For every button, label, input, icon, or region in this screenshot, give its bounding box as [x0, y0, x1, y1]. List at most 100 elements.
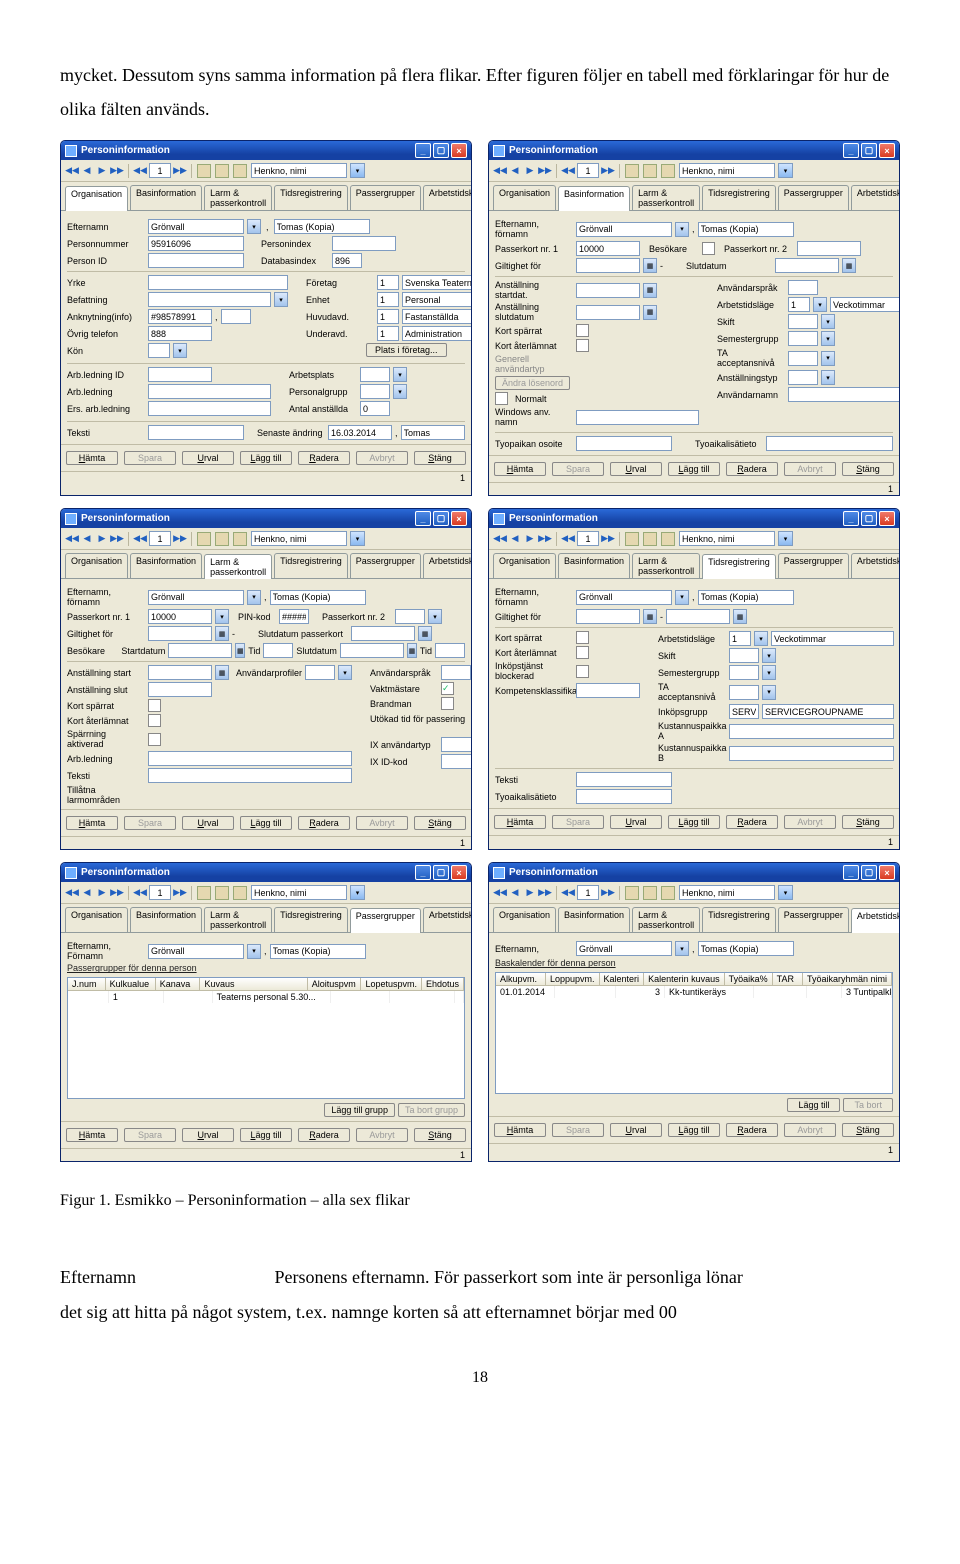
col-tar[interactable]: TAR — [773, 973, 803, 985]
dropdown-icon[interactable]: ▾ — [762, 685, 776, 700]
input-pass1[interactable] — [148, 609, 212, 624]
search-input[interactable] — [251, 163, 347, 178]
input-komp[interactable] — [576, 683, 640, 698]
table-row[interactable]: 01.01.2014 3 Kk-tuntikeräys 3 Tuntipalkk… — [496, 986, 892, 998]
search-input[interactable] — [679, 163, 775, 178]
maximize-button[interactable]: ▢ — [433, 865, 449, 880]
col-kanava[interactable]: Kanava — [156, 978, 201, 990]
input-ta[interactable] — [788, 351, 818, 366]
input-pin[interactable] — [279, 609, 309, 624]
nav-fast-prev-icon[interactable]: ◀◀ — [134, 533, 146, 545]
checkbox-normalt[interactable] — [495, 392, 508, 405]
input-efternamn[interactable] — [576, 590, 672, 605]
avbryt-button[interactable]: Avbryt — [784, 1123, 836, 1137]
input-arblage-n[interactable] — [771, 631, 894, 646]
tab-larm[interactable]: Larm & passerkontroll — [632, 185, 700, 210]
tool-icon-3[interactable] — [233, 886, 247, 900]
tab-basinformation[interactable]: Basinformation — [558, 907, 630, 932]
dropdown-icon[interactable]: ▾ — [247, 944, 261, 959]
col-kalkuv[interactable]: Kalenterin kuvaus — [644, 973, 725, 985]
nav-fast-next-icon[interactable]: ▶▶ — [174, 533, 186, 545]
tab-basinformation[interactable]: Basinformation — [558, 553, 630, 578]
nav-last-icon[interactable]: ▶▶ — [539, 887, 551, 899]
tab-arbetstid[interactable]: Arbetstidskalender — [423, 553, 472, 578]
page-number-input[interactable] — [149, 885, 171, 900]
lagg-grupp-button[interactable]: Lägg till grupp — [324, 1103, 395, 1117]
col-lopet[interactable]: Lopetuspvm. — [361, 978, 422, 990]
input-anstart[interactable] — [148, 665, 212, 680]
nav-next-icon[interactable]: ▶ — [524, 887, 536, 899]
nav-last-icon[interactable]: ▶▶ — [539, 165, 551, 177]
search-input[interactable] — [679, 885, 775, 900]
checkbox-kater[interactable] — [576, 339, 589, 352]
minimize-button[interactable]: _ — [843, 511, 859, 526]
input-skift[interactable] — [729, 648, 759, 663]
input-efternamn[interactable] — [148, 219, 244, 234]
lagg-button[interactable]: Lägg till — [240, 1128, 292, 1142]
search-dropdown-icon[interactable]: ▾ — [778, 531, 793, 546]
minimize-button[interactable]: _ — [843, 865, 859, 880]
radera-button[interactable]: Radera — [726, 1123, 778, 1137]
nav-fast-next-icon[interactable]: ▶▶ — [602, 165, 614, 177]
avbryt-button[interactable]: Avbryt — [784, 462, 836, 476]
input-slut[interactable] — [775, 258, 839, 273]
checkbox-kater[interactable] — [148, 714, 161, 727]
input-ersarb[interactable] — [148, 401, 271, 416]
date-icon[interactable]: ▦ — [643, 609, 657, 624]
date-icon[interactable]: ▦ — [643, 283, 657, 298]
input-databasindex[interactable] — [332, 253, 362, 268]
nav-first-icon[interactable]: ◀◀ — [66, 533, 78, 545]
maximize-button[interactable]: ▢ — [433, 143, 449, 158]
dropdown-icon[interactable]: ▾ — [274, 292, 288, 307]
col-kulku[interactable]: Kulkualue — [106, 978, 156, 990]
search-dropdown-icon[interactable]: ▾ — [778, 163, 793, 178]
input-pgrp[interactable] — [360, 384, 390, 399]
nav-last-icon[interactable]: ▶▶ — [111, 533, 123, 545]
input-inkg-n[interactable] — [762, 704, 894, 719]
input-slutdat[interactable] — [340, 643, 404, 658]
dropdown-icon[interactable]: ▾ — [173, 343, 187, 358]
spara-button[interactable]: Spara — [124, 1128, 176, 1142]
spara-button[interactable]: Spara — [552, 462, 604, 476]
nav-prev-icon[interactable]: ◀ — [509, 533, 521, 545]
input-teksti[interactable] — [148, 425, 244, 440]
col-loppu[interactable]: Loppupvm. — [546, 973, 600, 985]
hamta-button[interactable]: Hämta — [494, 1123, 546, 1137]
input-arbled[interactable] — [148, 384, 271, 399]
input-kustB[interactable] — [729, 746, 894, 761]
dropdown-icon[interactable]: ▾ — [821, 351, 835, 366]
tab-arbetstid[interactable]: Arbetstidskalender — [423, 185, 472, 210]
hamta-button[interactable]: Hämta — [66, 1128, 118, 1142]
dropdown-icon[interactable]: ▾ — [393, 384, 407, 399]
input-efternamn[interactable] — [576, 222, 672, 237]
maximize-button[interactable]: ▢ — [861, 511, 877, 526]
radera-button[interactable]: Radera — [726, 462, 778, 476]
avbryt-button[interactable]: Avbryt — [784, 815, 836, 829]
tab-tidsreg[interactable]: Tidsregistrering — [274, 553, 348, 578]
close-button[interactable]: × — [879, 143, 895, 158]
radera-button[interactable]: Radera — [726, 815, 778, 829]
nav-next-icon[interactable]: ▶ — [524, 533, 536, 545]
input-enhet-n[interactable] — [402, 292, 472, 307]
date-icon[interactable]: ▦ — [643, 258, 657, 273]
input-arblage[interactable] — [788, 297, 810, 312]
nav-fast-prev-icon[interactable]: ◀◀ — [562, 165, 574, 177]
input-ovrigtel[interactable] — [148, 326, 212, 341]
input-arbledid[interactable] — [148, 367, 212, 382]
input-anslut[interactable] — [148, 682, 212, 697]
close-button[interactable]: × — [451, 511, 467, 526]
dropdown-icon[interactable]: ▾ — [675, 590, 689, 605]
input-kustA[interactable] — [729, 724, 894, 739]
tab-tidsreg[interactable]: Tidsregistrering — [702, 907, 776, 932]
tabort-button-extra[interactable]: Ta bort — [843, 1098, 893, 1112]
dropdown-icon[interactable]: ▾ — [754, 631, 768, 646]
col-jnum[interactable]: J.num — [68, 978, 106, 990]
nav-fast-prev-icon[interactable]: ◀◀ — [562, 533, 574, 545]
tab-arbetstid[interactable]: Arbetstidskalender — [851, 908, 900, 933]
tab-arbetstid[interactable]: Arbetstidskalender — [851, 553, 900, 578]
input-arbled[interactable] — [148, 751, 352, 766]
maximize-button[interactable]: ▢ — [861, 865, 877, 880]
tab-arbetstid[interactable]: Arbetstidskalender — [423, 907, 472, 932]
page-number-input[interactable] — [577, 885, 599, 900]
input-startdat[interactable] — [168, 643, 232, 658]
